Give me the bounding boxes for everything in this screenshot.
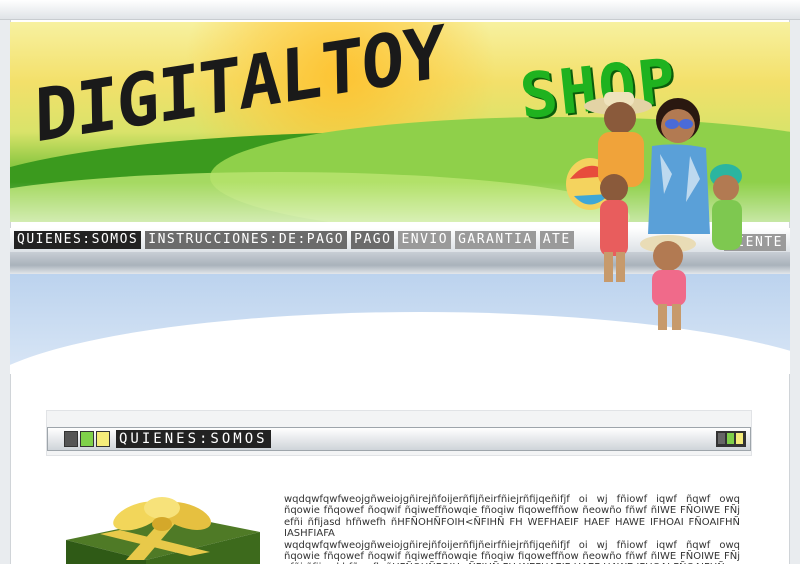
- section-bar: QUIENES:SOMOS: [47, 427, 751, 451]
- pager-yellow-icon: [736, 433, 743, 444]
- paragraph: wqdqwfqwfweojgñweiojgñirejñfoijerñfijñei…: [284, 539, 740, 564]
- square-yellow-icon: [96, 431, 110, 447]
- nav-item-instrucciones-de-pago[interactable]: INSTRUCCIONES:DE:PAGO: [145, 231, 348, 249]
- pager-dark-icon: [718, 433, 725, 444]
- pager-green-icon: [727, 433, 734, 444]
- section-pager[interactable]: [716, 431, 746, 447]
- nav-item-quienes-somos[interactable]: QUIENES:SOMOS: [14, 231, 142, 249]
- section-title: QUIENES:SOMOS: [116, 430, 271, 448]
- gift-box-image: [60, 494, 264, 564]
- about-text: wqdqwfqwfweojgñweiojgñirejñfoijerñfijñei…: [284, 494, 740, 564]
- top-strip: [0, 0, 800, 20]
- paragraph: wqdqwfqwfweojgñweiojgñirejñfoijerñfijñei…: [284, 494, 740, 540]
- nav-item-pago[interactable]: PAGO: [351, 231, 395, 249]
- nav-item-envio[interactable]: ENVIO: [398, 231, 452, 249]
- section-header: QUIENES:SOMOS: [46, 410, 752, 456]
- family-photo: [560, 84, 760, 334]
- square-green-icon: [80, 431, 94, 447]
- nav-item-garantia[interactable]: GARANTIA: [455, 231, 536, 249]
- square-dark-icon: [64, 431, 78, 447]
